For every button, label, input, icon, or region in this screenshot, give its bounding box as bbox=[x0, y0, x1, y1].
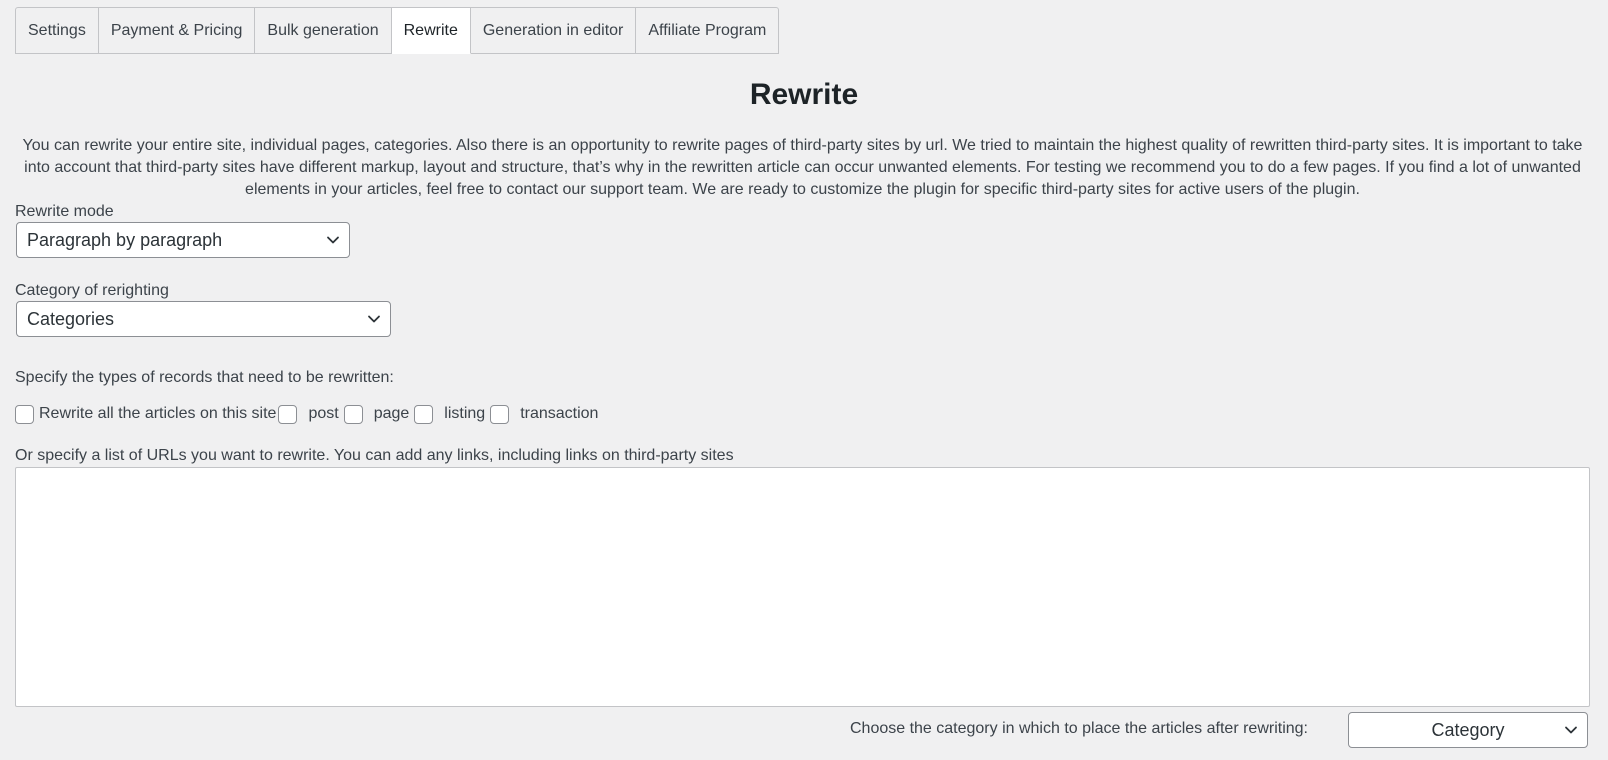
checkbox-page[interactable] bbox=[343, 404, 363, 424]
rewrite-mode-label: Rewrite mode bbox=[15, 203, 114, 220]
checkbox-transaction-label: transaction bbox=[520, 405, 599, 422]
page-title: Rewrite bbox=[749, 78, 859, 111]
tab-rewrite[interactable]: Rewrite bbox=[391, 7, 471, 54]
chevron-down-icon bbox=[1565, 726, 1577, 734]
chevron-down-icon bbox=[327, 236, 339, 244]
tab-bulk-generation[interactable]: Bulk generation bbox=[255, 7, 392, 54]
checkbox-listing-label: listing bbox=[444, 405, 486, 422]
target-category-select[interactable]: Category bbox=[1348, 712, 1588, 748]
checkbox-page-label: page bbox=[373, 405, 410, 422]
plugin-tabs: Settings Payment & Pricing Bulk generati… bbox=[15, 7, 780, 54]
category-rewrite-label: Category of rerighting bbox=[15, 282, 169, 299]
urls-label: Or specify a list of URLs you want to re… bbox=[15, 447, 734, 464]
checkbox-listing[interactable] bbox=[414, 404, 434, 424]
urls-textarea[interactable] bbox=[15, 467, 1590, 707]
intro-text: You can rewrite your entire site, indivi… bbox=[22, 137, 1583, 198]
tab-payment-pricing[interactable]: Payment & Pricing bbox=[98, 7, 256, 54]
checkbox-post[interactable] bbox=[278, 404, 298, 424]
checkbox-rewrite-all[interactable] bbox=[15, 404, 34, 424]
rewrite-mode-value: Paragraph by paragraph bbox=[27, 229, 223, 250]
tab-settings[interactable]: Settings bbox=[15, 7, 99, 54]
category-rewrite-select[interactable]: Categories bbox=[16, 301, 391, 337]
target-category-label: Choose the category in which to place th… bbox=[849, 720, 1308, 737]
tab-generation-in-editor[interactable]: Generation in editor bbox=[470, 7, 637, 54]
tab-affiliate-program[interactable]: Affiliate Program bbox=[636, 7, 780, 54]
record-types-label: Specify the types of records that need t… bbox=[15, 369, 394, 386]
chevron-down-icon bbox=[368, 315, 380, 323]
record-types-group: Rewrite all the articles on this site po… bbox=[15, 403, 603, 425]
category-rewrite-value: Categories bbox=[27, 308, 115, 329]
checkbox-rewrite-all-label: Rewrite all the articles on this site bbox=[39, 405, 277, 422]
target-category-value: Category bbox=[1431, 719, 1505, 740]
rewrite-mode-select[interactable]: Paragraph by paragraph bbox=[16, 222, 350, 258]
checkbox-transaction[interactable] bbox=[490, 404, 510, 424]
checkbox-post-label: post bbox=[308, 405, 339, 422]
